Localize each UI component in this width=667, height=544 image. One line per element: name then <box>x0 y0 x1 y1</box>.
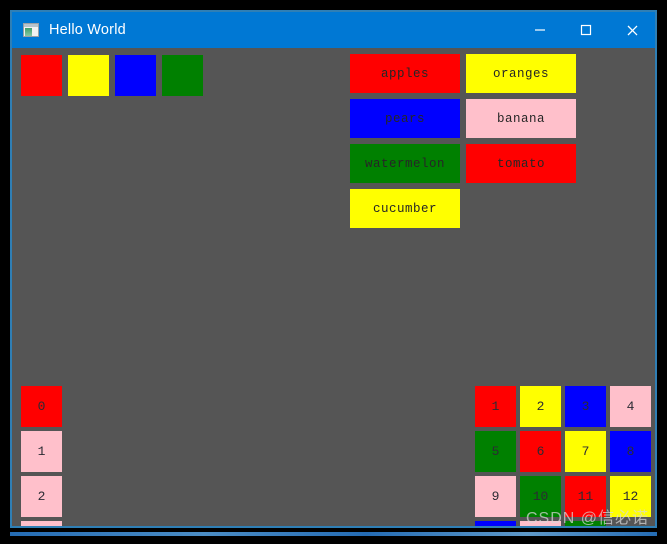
grid-number-cell-7[interactable]: 7 <box>565 431 606 472</box>
fruit-cell-oranges[interactable]: oranges <box>466 54 576 93</box>
fruit-cell-watermelon[interactable]: watermelon <box>350 144 460 183</box>
grid-number-cell-14[interactable]: 14 <box>520 521 561 526</box>
grid-number-cell-9[interactable]: 9 <box>475 476 516 517</box>
fruit-cell-apples[interactable]: apples <box>350 54 460 93</box>
swatch-green[interactable] <box>162 55 203 96</box>
application-window: Hello World apples oranges pears banana … <box>10 10 657 528</box>
left-number-column: 0 1 2 3 <box>21 386 62 526</box>
left-number-cell-label: 2 <box>37 489 46 504</box>
window-controls <box>517 12 655 48</box>
grid-number-cell-label: 9 <box>491 489 500 504</box>
swatch-yellow[interactable] <box>68 55 109 96</box>
fruit-cell-pears[interactable]: pears <box>350 99 460 138</box>
grid-number-cell-15[interactable]: 15 <box>565 521 606 526</box>
palette-swatch-row <box>21 55 203 96</box>
fruit-cell-banana[interactable]: banana <box>466 99 576 138</box>
grid-number-cell-4[interactable]: 4 <box>610 386 651 427</box>
grid-number-cell-label: 4 <box>626 399 635 414</box>
left-number-cell-0[interactable]: 0 <box>21 386 62 427</box>
grid-number-cell-5[interactable]: 5 <box>475 431 516 472</box>
swatch-blue[interactable] <box>115 55 156 96</box>
fruit-cell-label: oranges <box>492 66 549 81</box>
grid-number-cell-label: 8 <box>626 444 635 459</box>
minimize-button[interactable] <box>517 12 563 48</box>
grid-number-cell-label: 7 <box>581 444 590 459</box>
grid-number-cell-13[interactable]: 13 <box>475 521 516 526</box>
maximize-button[interactable] <box>563 12 609 48</box>
window-titlebar[interactable]: Hello World <box>12 12 655 48</box>
left-number-cell-label: 1 <box>37 444 46 459</box>
grid-number-cell-label: 1 <box>491 399 500 414</box>
fruit-label-grid: apples oranges pears banana watermelon tomato… <box>350 54 576 228</box>
left-number-cell-3[interactable]: 3 <box>21 521 62 526</box>
fruit-cell-label: pears <box>384 111 425 126</box>
grid-number-cell-label: 12 <box>622 489 639 504</box>
window-title: Hello World <box>49 22 126 38</box>
taskbar-strip: ···· ······· ····· ······ <box>0 532 667 544</box>
right-number-grid: 123456789101112131415 <box>475 386 651 526</box>
fruit-cell-tomato[interactable]: tomato <box>466 144 576 183</box>
fruit-cell-label: tomato <box>496 156 545 171</box>
grid-number-cell-12[interactable]: 12 <box>610 476 651 517</box>
close-button[interactable] <box>609 12 655 48</box>
grid-number-cell-2[interactable]: 2 <box>520 386 561 427</box>
grid-number-cell-label: 3 <box>581 399 590 414</box>
desktop-background: Hello World apples oranges pears banana … <box>0 0 667 544</box>
window-client-area: apples oranges pears banana watermelon tomato… <box>12 48 655 526</box>
left-number-cell-label: 0 <box>37 399 46 414</box>
grid-number-cell-8[interactable]: 8 <box>610 431 651 472</box>
app-window-icon <box>23 23 39 37</box>
swatch-red[interactable] <box>21 55 62 96</box>
fruit-cell-cucumber[interactable]: cucumber <box>350 189 460 228</box>
grid-number-cell-label: 5 <box>491 444 500 459</box>
fruit-cell-label: apples <box>380 66 429 81</box>
grid-number-cell-label: 2 <box>536 399 545 414</box>
grid-number-cell-11[interactable]: 11 <box>565 476 606 517</box>
grid-number-cell-label: 10 <box>532 489 549 504</box>
fruit-cell-label: cucumber <box>372 201 437 216</box>
grid-number-cell-1[interactable]: 1 <box>475 386 516 427</box>
grid-number-cell-label: 11 <box>577 489 594 504</box>
grid-number-cell-10[interactable]: 10 <box>520 476 561 517</box>
grid-number-cell-label: 6 <box>536 444 545 459</box>
grid-number-cell-3[interactable]: 3 <box>565 386 606 427</box>
fruit-cell-label: banana <box>496 111 545 126</box>
grid-number-cell-6[interactable]: 6 <box>520 431 561 472</box>
left-number-cell-2[interactable]: 2 <box>21 476 62 517</box>
fruit-cell-label: watermelon <box>364 156 445 171</box>
taskbar-accent-line <box>10 532 657 536</box>
left-number-cell-1[interactable]: 1 <box>21 431 62 472</box>
